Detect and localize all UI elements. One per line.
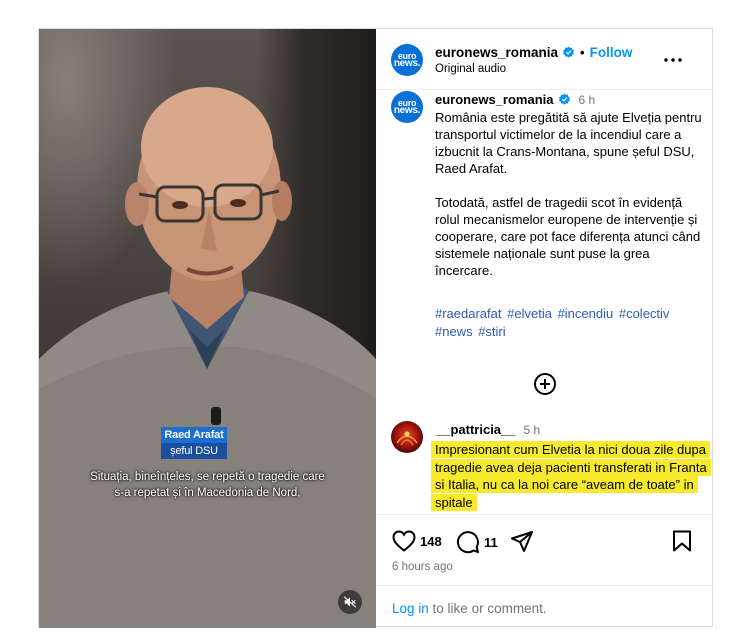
verified-badge-icon — [563, 46, 574, 58]
hashtag-link[interactable]: #elvetia — [507, 306, 552, 321]
bookmark-icon — [673, 530, 691, 552]
verified-badge-icon — [558, 93, 570, 105]
like-count[interactable]: 148 — [420, 534, 442, 549]
login-link[interactable]: Log in — [392, 601, 429, 616]
caption-paragraph-2: Totodată, astfel de tragedii scot în evi… — [435, 195, 701, 278]
logo-text: news. — [393, 58, 421, 69]
caption-paragraph-1: România este pregătită să ajute Elveția … — [435, 110, 702, 176]
hashtag-link[interactable]: #stiri — [478, 324, 505, 339]
caption-avatar[interactable]: euro news. — [391, 91, 423, 123]
share-button[interactable] — [510, 530, 534, 552]
subtitle-line-2: s-a repetat și în Macedonia de Nord, — [114, 487, 301, 499]
comment-text: Impresionant cum Elvetia la nici doua zi… — [431, 441, 713, 511]
lower-third-role: șeful DSU — [161, 443, 227, 459]
load-more-comments-button[interactable] — [533, 372, 557, 396]
hashtag-link[interactable]: #incendiu — [558, 306, 614, 321]
caption-header: euronews_romania 6 h — [435, 92, 595, 107]
hashtag-link[interactable]: #colectiv — [619, 306, 670, 321]
plus-circle-icon — [534, 373, 556, 395]
heart-icon — [392, 530, 416, 552]
audio-label[interactable]: Original audio — [435, 63, 506, 75]
caption-time: 6 h — [578, 92, 596, 107]
save-button[interactable] — [672, 530, 692, 552]
separator-dot: • — [580, 45, 585, 60]
lower-third-caption: Raed Arafat șeful DSU — [161, 427, 227, 459]
post-sidebar: euro news. euronews_romania • Follow Ori… — [376, 29, 713, 628]
username-link[interactable]: euronews_romania — [435, 45, 558, 60]
caption-username[interactable]: euronews_romania — [435, 92, 554, 107]
comment-bubble-icon — [457, 531, 479, 554]
post-header: euro news. euronews_romania • Follow Ori… — [376, 29, 713, 90]
speaker-muted-icon — [343, 596, 357, 608]
video-player[interactable]: Raed Arafat șeful DSU Situația, bineînțe… — [39, 29, 376, 628]
lower-third-name: Raed Arafat — [161, 427, 227, 443]
send-icon — [511, 531, 533, 552]
commenter-avatar[interactable] — [391, 421, 423, 453]
commenter-username[interactable]: __pattricia__ — [436, 422, 516, 437]
avatar-image — [396, 431, 418, 446]
comment-time: 5 h — [523, 422, 541, 437]
hashtag-list: #raedarafat #elvetia #incendiu #colectiv… — [435, 305, 705, 341]
more-dots-icon — [664, 58, 682, 62]
like-button[interactable]: 148 — [392, 530, 442, 552]
comment-count[interactable]: 11 — [484, 535, 498, 550]
comment-button[interactable]: 11 — [456, 530, 498, 554]
instagram-post: Raed Arafat șeful DSU Situația, bineînțe… — [38, 28, 713, 628]
comment-header: __pattricia__ 5 h — [436, 422, 540, 437]
speaker-figure — [39, 87, 376, 628]
comment-highlighted-text: Impresionant cum Elvetia la nici doua zi… — [431, 441, 711, 511]
hashtag-link[interactable]: #raedarafat — [435, 306, 502, 321]
account-avatar[interactable]: euro news. — [391, 44, 423, 76]
post-timestamp[interactable]: 6 hours ago — [392, 561, 453, 573]
post-actions: 148 11 6 hours ago Log in to like or com… — [376, 514, 713, 628]
more-options-button[interactable] — [664, 51, 682, 69]
mute-button[interactable] — [338, 590, 362, 614]
login-prompt: Log in to like or comment. — [376, 585, 713, 629]
logo-text: news. — [393, 105, 421, 116]
subtitle-line-1: Situația, bineînțeles, se repetă o trage… — [90, 471, 325, 483]
hashtag-link[interactable]: #news — [435, 324, 473, 339]
caption-text: România este pregătită să ajute Elveția … — [435, 109, 705, 279]
comment-item: __pattricia__ 5 h Impresionant cum Elvet… — [376, 419, 713, 519]
login-prompt-text: to like or comment. — [428, 601, 547, 616]
follow-button[interactable]: Follow — [590, 45, 633, 60]
header-username-row: euronews_romania • Follow — [435, 45, 632, 60]
